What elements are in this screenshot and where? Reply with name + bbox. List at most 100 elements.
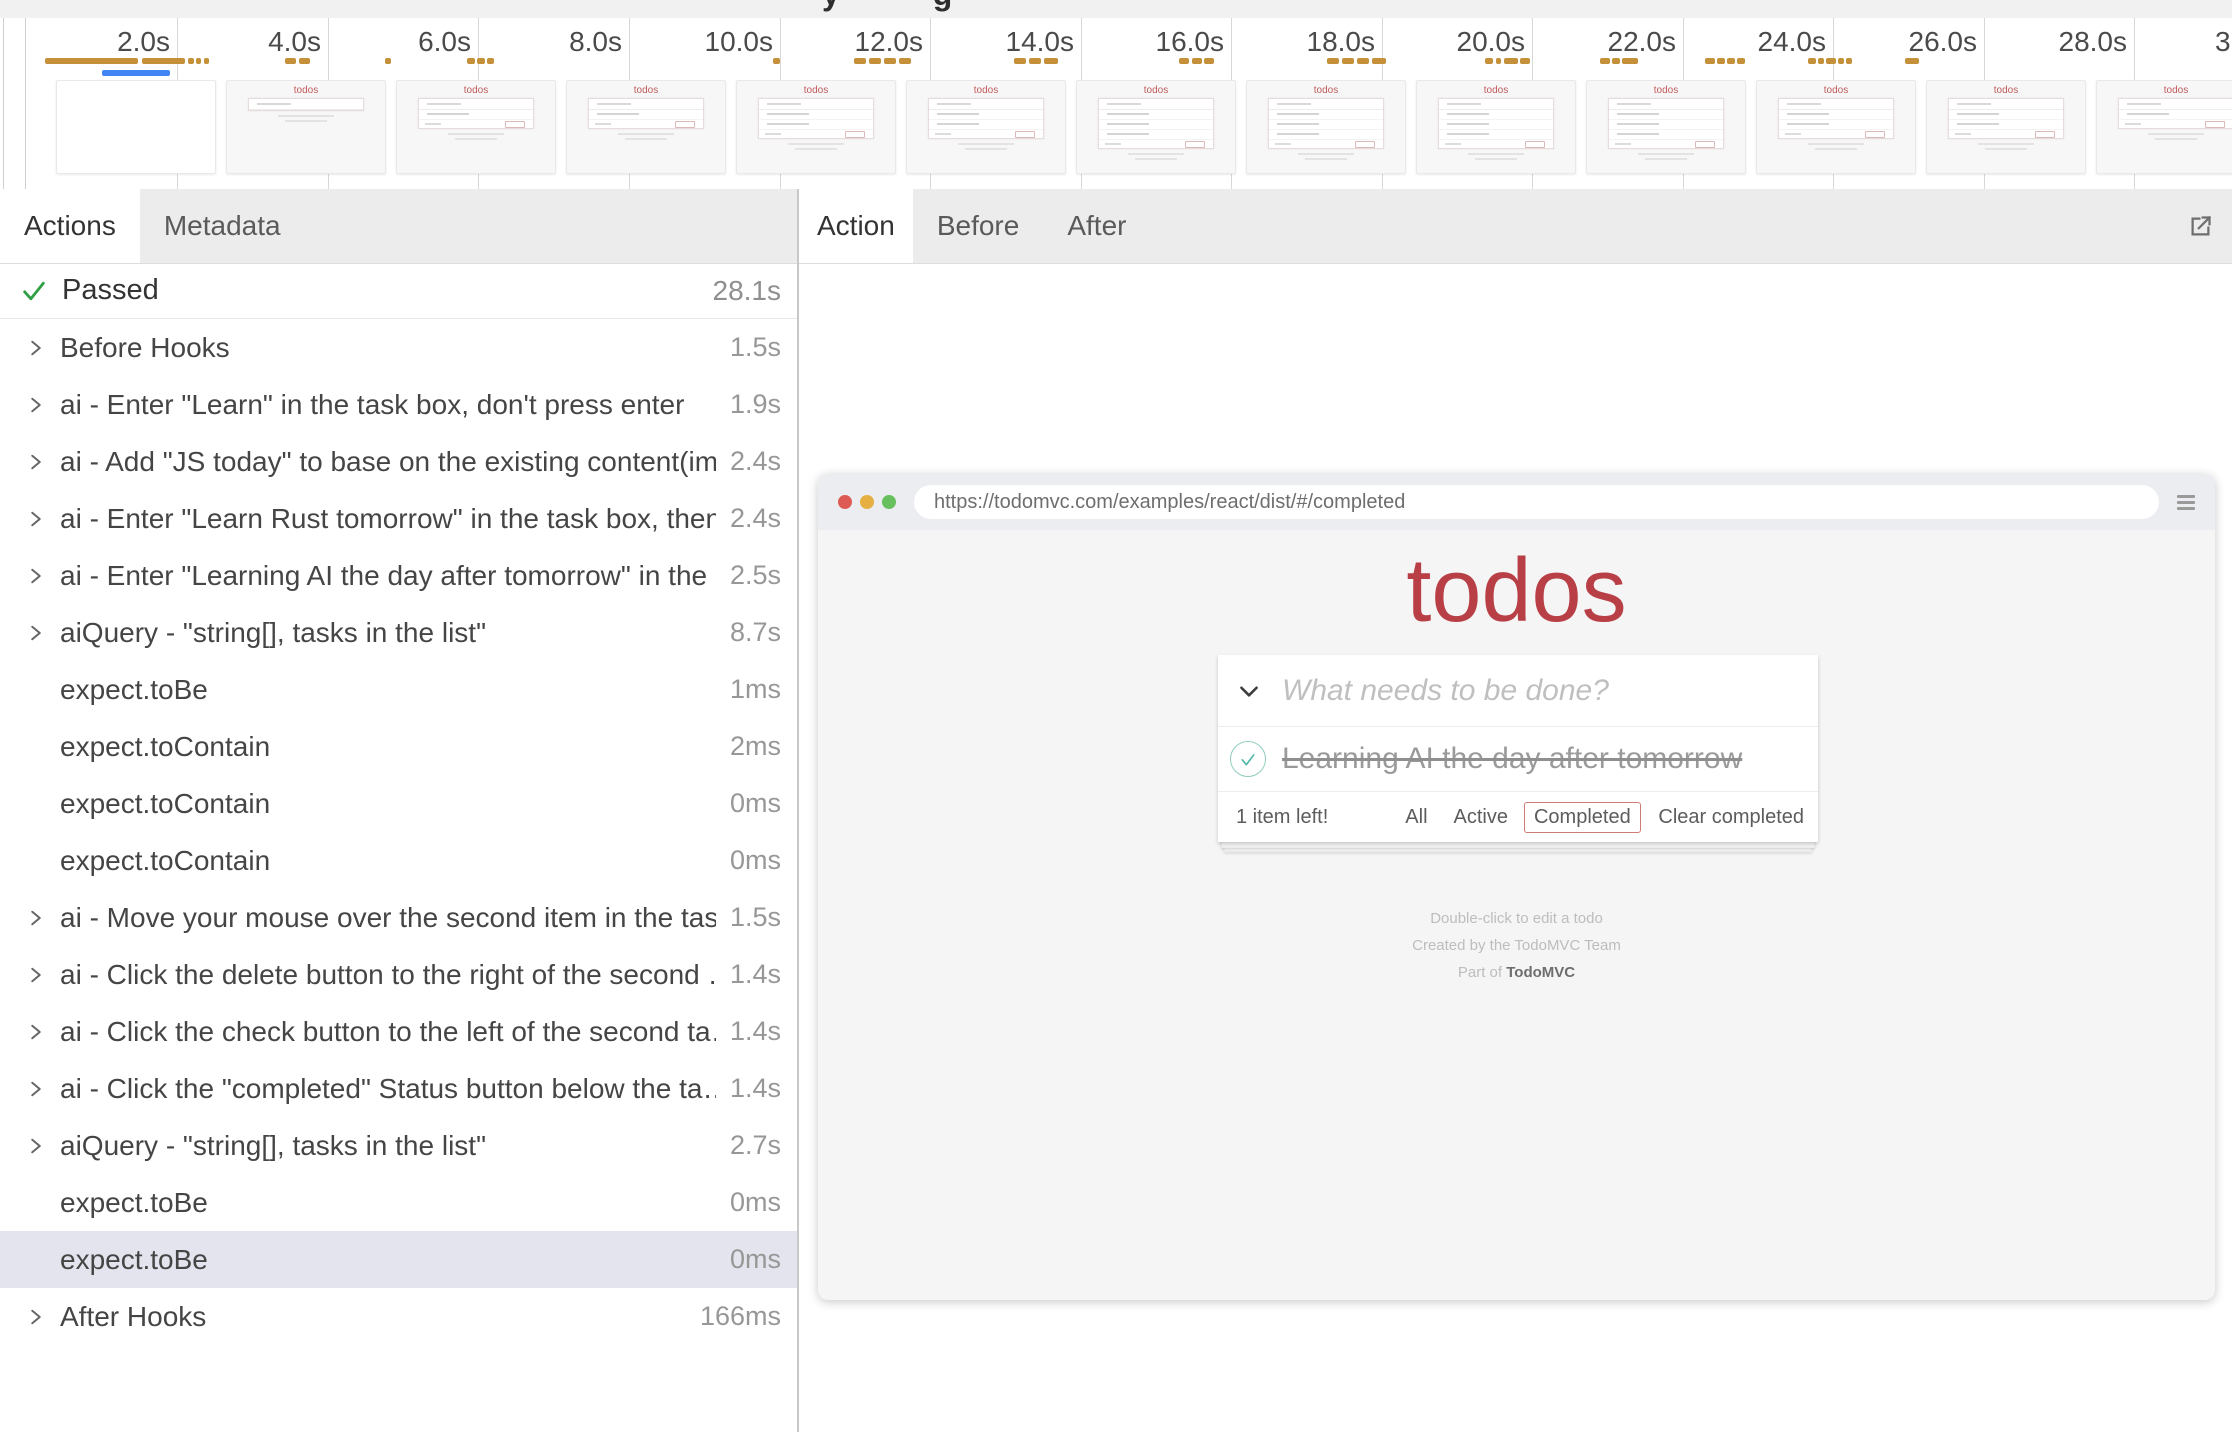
thumbnail-todo-list bbox=[1269, 110, 1383, 140]
snapshot-tab[interactable]: After bbox=[1043, 189, 1150, 263]
snapshot-tab[interactable]: Before bbox=[913, 189, 1044, 263]
trace-timeline[interactable]: 2.0s 4.0s 6.0s 8.0s 10.0s 12.0s 14.0s bbox=[0, 18, 2232, 190]
thumbnail-input-box bbox=[249, 99, 363, 110]
chevron-right-icon[interactable] bbox=[26, 1193, 60, 1213]
chevron-right-icon[interactable] bbox=[26, 794, 60, 814]
action-row[interactable]: ai - Enter "Learn" in the task box, don'… bbox=[0, 376, 797, 433]
action-row-label: aiQuery - "string[], tasks in the list" bbox=[60, 617, 716, 649]
thumbnail-footer bbox=[759, 130, 873, 138]
new-todo-input[interactable]: What needs to be done? bbox=[1282, 674, 1609, 708]
chevron-right-icon[interactable] bbox=[26, 1307, 60, 1327]
url-bar[interactable]: https://todomvc.com/examples/react/dist/… bbox=[914, 485, 2159, 519]
chevron-right-icon[interactable] bbox=[26, 908, 60, 928]
check-circle-icon[interactable] bbox=[1230, 741, 1266, 777]
info-lines: Double-click to edit a todoCreated by th… bbox=[818, 905, 2215, 959]
action-row[interactable]: After Hooks 166ms bbox=[0, 1288, 797, 1345]
filmstrip-thumbnail[interactable]: todos bbox=[396, 80, 556, 174]
action-row-label: ai - Click the "completed" Status button… bbox=[60, 1073, 716, 1105]
chevron-right-icon[interactable] bbox=[26, 1136, 60, 1156]
action-row[interactable]: expect.toContain 0ms bbox=[0, 775, 797, 832]
chevron-right-icon[interactable] bbox=[26, 680, 60, 700]
filmstrip-thumbnail[interactable]: todos bbox=[1586, 80, 1746, 174]
thumbnail-input-box bbox=[1099, 99, 1213, 110]
filter-button[interactable]: Active bbox=[1444, 802, 1518, 833]
filmstrip-thumbnail[interactable]: todos bbox=[1756, 80, 1916, 174]
left-tab[interactable]: Metadata bbox=[140, 189, 305, 263]
filmstrip-thumbnail[interactable]: todos bbox=[226, 80, 386, 174]
chevron-right-icon[interactable] bbox=[26, 452, 60, 472]
action-row[interactable]: ai - Enter "Learn Rust tomorrow" in the … bbox=[0, 490, 797, 547]
filmstrip-thumbnail[interactable]: todos bbox=[2096, 80, 2232, 174]
left-tab[interactable]: Actions bbox=[0, 189, 140, 263]
external-link-icon[interactable] bbox=[2187, 213, 2214, 245]
thumbnail-todos-title: todos bbox=[227, 85, 385, 96]
action-row[interactable]: expect.toBe 0ms bbox=[0, 1174, 797, 1231]
thumbnail-info-line bbox=[1128, 153, 1185, 155]
chevron-right-icon[interactable] bbox=[26, 1079, 60, 1099]
action-row[interactable]: ai - Move your mouse over the second ite… bbox=[0, 889, 797, 946]
thumbnail-input-box bbox=[759, 99, 873, 110]
chevron-right-icon[interactable] bbox=[26, 1250, 60, 1270]
menu-icon bbox=[2177, 495, 2195, 510]
chevron-right-icon[interactable] bbox=[26, 338, 60, 358]
action-row[interactable]: expect.toBe 0ms bbox=[0, 1231, 797, 1288]
filmstrip-thumbnail[interactable]: todos bbox=[1076, 80, 1236, 174]
filter-button[interactable]: Completed bbox=[1524, 802, 1641, 833]
left-tab-label: Metadata bbox=[164, 210, 281, 242]
todomvc-brand-link[interactable]: TodoMVC bbox=[1506, 964, 1575, 981]
action-row[interactable]: ai - Click the delete button to the righ… bbox=[0, 946, 797, 1003]
snapshot-tab-label: After bbox=[1067, 210, 1126, 242]
thumbnail-todo-list bbox=[419, 110, 533, 120]
action-row[interactable]: expect.toContain 0ms bbox=[0, 832, 797, 889]
filmstrip-thumbnail[interactable]: todos bbox=[1246, 80, 1406, 174]
filter-button[interactable]: All bbox=[1395, 802, 1437, 833]
filmstrip-thumbnail[interactable]: todos bbox=[906, 80, 1066, 174]
chevron-right-icon[interactable] bbox=[26, 851, 60, 871]
thumbnail-app-card bbox=[758, 98, 874, 139]
action-row[interactable]: ai - Click the check button to the left … bbox=[0, 1003, 797, 1060]
action-row[interactable]: expect.toBe 1ms bbox=[0, 661, 797, 718]
chevron-down-icon[interactable] bbox=[1236, 678, 1262, 704]
filmstrip: todos todos bbox=[0, 18, 2232, 189]
todo-item-text[interactable]: Learning AI the day after tomorrow bbox=[1282, 742, 1742, 776]
action-row[interactable]: Before Hooks 1.5s bbox=[0, 319, 797, 376]
chevron-right-icon[interactable] bbox=[26, 737, 60, 757]
filmstrip-thumbnail[interactable]: todos bbox=[736, 80, 896, 174]
filmstrip-thumbnail[interactable]: todos bbox=[1926, 80, 2086, 174]
filmstrip-thumbnail[interactable]: todos bbox=[566, 80, 726, 174]
thumbnail-footer bbox=[419, 120, 533, 128]
action-row-label: ai - Add "JS today" to base on the exist… bbox=[60, 446, 716, 478]
thumbnail-footer bbox=[2119, 120, 2232, 128]
thumbnail-footer bbox=[1779, 130, 1893, 138]
chevron-right-icon[interactable] bbox=[26, 965, 60, 985]
thumbnail-todos-title: todos bbox=[397, 85, 555, 96]
info-line: Double-click to edit a todo bbox=[818, 905, 2215, 932]
info-line: Created by the TodoMVC Team bbox=[818, 932, 2215, 959]
clear-completed-button[interactable]: Clear completed bbox=[1658, 806, 1804, 829]
filmstrip-thumbnail[interactable] bbox=[56, 80, 216, 174]
chevron-right-icon[interactable] bbox=[26, 395, 60, 415]
chevron-right-icon[interactable] bbox=[26, 566, 60, 586]
filmstrip-thumbnail[interactable]: todos bbox=[1416, 80, 1576, 174]
action-row[interactable]: ai - Click the "completed" Status button… bbox=[0, 1060, 797, 1117]
action-row-duration: 1.5s bbox=[730, 902, 781, 933]
action-row[interactable]: ai - Add "JS today" to base on the exist… bbox=[0, 433, 797, 490]
thumbnail-info-line bbox=[965, 148, 1006, 150]
snapshot-tab[interactable]: Action bbox=[799, 189, 913, 263]
thumbnail-input-box bbox=[589, 99, 703, 110]
chevron-right-icon[interactable] bbox=[26, 509, 60, 529]
chevron-right-icon[interactable] bbox=[26, 1022, 60, 1042]
thumbnail-todo-list bbox=[2119, 110, 2232, 120]
traffic-light-yellow-icon bbox=[860, 495, 874, 509]
action-row[interactable]: expect.toContain 2ms bbox=[0, 718, 797, 775]
right-tabbar: Action Before After bbox=[799, 189, 2232, 264]
thumbnail-info-line bbox=[1298, 153, 1355, 155]
action-row[interactable]: aiQuery - "string[], tasks in the list" … bbox=[0, 604, 797, 661]
thumbnail-info-line bbox=[625, 138, 666, 140]
action-row[interactable]: ai - Enter "Learning AI the day after to… bbox=[0, 547, 797, 604]
action-row-duration: 2.7s bbox=[730, 1130, 781, 1161]
chevron-right-icon[interactable] bbox=[26, 623, 60, 643]
action-row-duration: 0ms bbox=[730, 845, 781, 876]
action-row[interactable]: aiQuery - "string[], tasks in the list" … bbox=[0, 1117, 797, 1174]
thumbnail-info-line bbox=[1978, 143, 2035, 145]
